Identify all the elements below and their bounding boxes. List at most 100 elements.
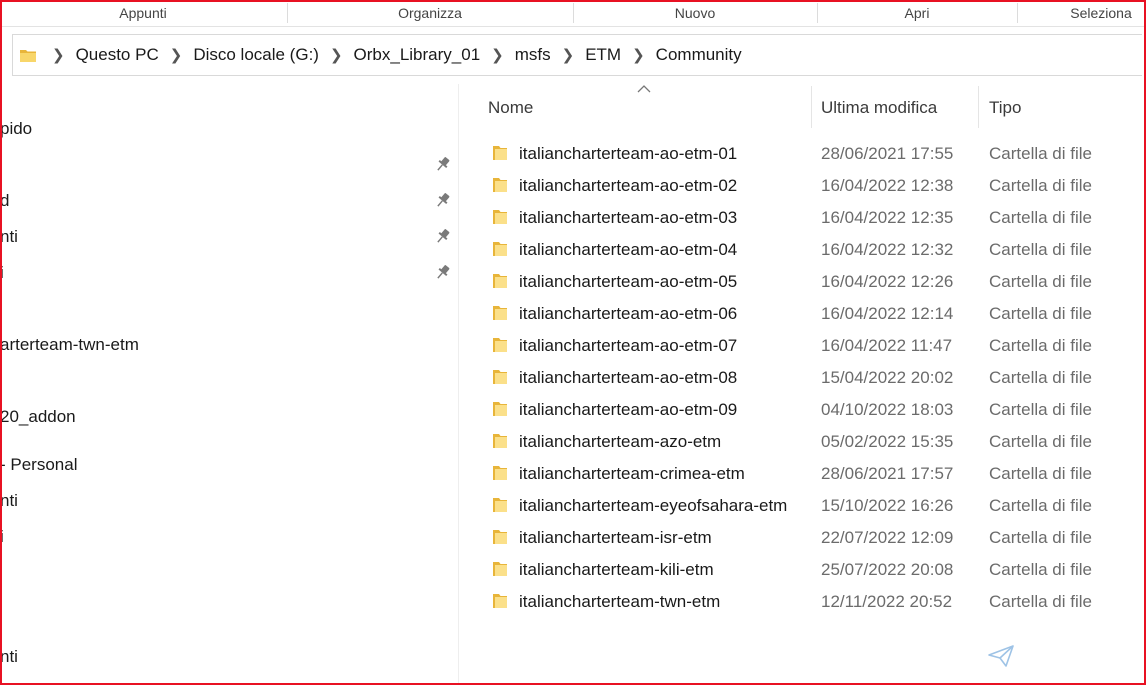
chevron-right-icon[interactable]: ❯ (170, 48, 183, 63)
file-name[interactable]: italiancharterteam-ao-etm-03 (519, 202, 737, 234)
file-list-pane: Nome Ultima modifica Tipo italiancharter… (459, 84, 1146, 684)
file-modified: 16/04/2022 11:47 (821, 336, 953, 355)
file-type: Cartella di file (989, 400, 1092, 419)
file-name[interactable]: italiancharterteam-ao-etm-04 (519, 234, 737, 266)
folder-icon (493, 370, 507, 384)
file-name[interactable]: italiancharterteam-ao-etm-06 (519, 298, 737, 330)
nav-item[interactable]: i (0, 261, 4, 285)
file-type: Cartella di file (989, 144, 1092, 163)
file-row[interactable]: italiancharterteam-ao-etm-07 16/04/2022 1… (459, 330, 1146, 362)
breadcrumb-item[interactable]: Orbx_Library_01 (354, 45, 481, 65)
nav-item-onedrive-personal[interactable]: - Personal (0, 453, 77, 477)
folder-icon (493, 594, 507, 608)
address-bar[interactable]: ❯ Questo PC ❯ Disco locale (G:) ❯ Orbx_L… (12, 34, 1142, 76)
breadcrumb-item[interactable]: ETM (585, 45, 621, 65)
file-type: Cartella di file (989, 304, 1092, 323)
nav-item[interactable]: i (0, 525, 4, 549)
pin-icon[interactable] (434, 191, 452, 209)
file-row[interactable]: italiancharterteam-eyeofsahara-etm 15/10/… (459, 490, 1146, 522)
column-separator[interactable] (811, 86, 812, 128)
file-row[interactable]: italiancharterteam-twn-etm 12/11/2022 20:… (459, 586, 1146, 618)
chevron-right-icon[interactable]: ❯ (632, 48, 645, 63)
file-name[interactable]: italiancharterteam-ao-etm-07 (519, 330, 737, 362)
nav-item[interactable]: nti (0, 489, 18, 513)
pin-icon[interactable] (434, 227, 452, 245)
nav-item[interactable]: 20_addon (0, 405, 76, 429)
file-row[interactable]: italiancharterteam-ao-etm-06 16/04/2022 1… (459, 298, 1146, 330)
folder-icon (493, 434, 507, 448)
file-row[interactable]: italiancharterteam-ao-etm-05 16/04/2022 1… (459, 266, 1146, 298)
folder-icon (493, 562, 507, 576)
folder-icon (493, 498, 507, 512)
folder-icon (493, 402, 507, 416)
file-modified: 16/04/2022 12:38 (821, 176, 954, 195)
file-row[interactable]: italiancharterteam-ao-etm-02 16/04/2022 1… (459, 170, 1146, 202)
file-row[interactable]: italiancharterteam-ao-etm-04 16/04/2022 1… (459, 234, 1146, 266)
file-name[interactable]: italiancharterteam-crimea-etm (519, 458, 745, 490)
chevron-right-icon[interactable]: ❯ (330, 48, 343, 63)
file-row[interactable]: italiancharterteam-isr-etm 22/07/2022 12:… (459, 522, 1146, 554)
chevron-right-icon[interactable]: ❯ (562, 48, 575, 63)
file-row[interactable]: italiancharterteam-ao-etm-09 04/10/2022 1… (459, 394, 1146, 426)
file-modified: 16/04/2022 12:35 (821, 208, 954, 227)
file-name[interactable]: italiancharterteam-ao-etm-02 (519, 170, 737, 202)
pin-icon[interactable] (434, 263, 452, 281)
folder-icon (20, 50, 36, 62)
file-row[interactable]: italiancharterteam-ao-etm-03 16/04/2022 1… (459, 202, 1146, 234)
nav-item[interactable]: nti (0, 645, 18, 669)
chevron-right-icon[interactable]: ❯ (491, 48, 504, 63)
file-modified: 16/04/2022 12:14 (821, 304, 954, 323)
file-type: Cartella di file (989, 176, 1092, 195)
ribbon-group-organizza: Organizza (398, 5, 462, 21)
file-name[interactable]: italiancharterteam-eyeofsahara-etm (519, 490, 787, 522)
column-separator[interactable] (978, 86, 979, 128)
file-row[interactable]: italiancharterteam-azo-etm 05/02/2022 15:… (459, 426, 1146, 458)
nav-item[interactable]: d (0, 189, 9, 213)
file-name[interactable]: italiancharterteam-azo-etm (519, 426, 721, 458)
file-type: Cartella di file (989, 592, 1092, 611)
file-name[interactable]: italiancharterteam-isr-etm (519, 522, 712, 554)
breadcrumb-item[interactable]: Questo PC (76, 45, 159, 65)
file-modified: 15/10/2022 16:26 (821, 496, 954, 515)
file-name[interactable]: italiancharterteam-ao-etm-05 (519, 266, 737, 298)
file-row[interactable]: italiancharterteam-ao-etm-08 15/04/2022 2… (459, 362, 1146, 394)
file-modified: 05/02/2022 15:35 (821, 432, 954, 451)
column-header-modified[interactable]: Ultima modifica (821, 96, 937, 120)
nav-item-quick-access[interactable]: pido (0, 117, 32, 141)
file-type: Cartella di file (989, 336, 1092, 355)
sort-ascending-icon (637, 85, 651, 93)
folder-icon (493, 306, 507, 320)
file-name[interactable]: italiancharterteam-ao-etm-09 (519, 394, 737, 426)
navigation-pane: pido d nti i arterteam-twn-etm 20_addon … (0, 84, 459, 684)
ribbon-group-labels: Appunti Organizza Nuovo Apri Seleziona (0, 0, 1146, 27)
folder-icon (493, 146, 507, 160)
file-modified: 15/04/2022 20:02 (821, 368, 954, 387)
file-name[interactable]: italiancharterteam-ao-etm-08 (519, 362, 737, 394)
breadcrumb-item[interactable]: msfs (515, 45, 551, 65)
file-modified: 28/06/2021 17:57 (821, 464, 954, 483)
column-header-type[interactable]: Tipo (989, 96, 1021, 120)
column-header-name[interactable]: Nome (488, 96, 533, 120)
ribbon-group-appunti: Appunti (119, 5, 167, 21)
breadcrumb-item-current[interactable]: Community (656, 45, 742, 65)
file-type: Cartella di file (989, 560, 1092, 579)
ribbon-group-seleziona: Seleziona (1070, 5, 1132, 21)
file-modified: 16/04/2022 12:26 (821, 272, 954, 291)
nav-item[interactable]: arterteam-twn-etm (0, 333, 139, 357)
file-name[interactable]: italiancharterteam-ao-etm-01 (519, 138, 737, 170)
file-type: Cartella di file (989, 272, 1092, 291)
ribbon-group-apri: Apri (904, 5, 930, 21)
folder-icon (493, 242, 507, 256)
send-icon[interactable] (988, 645, 1014, 667)
breadcrumb-item[interactable]: Disco locale (G:) (193, 45, 319, 65)
file-modified: 16/04/2022 12:32 (821, 240, 954, 259)
chevron-right-icon[interactable]: ❯ (52, 48, 65, 63)
file-row[interactable]: italiancharterteam-crimea-etm 28/06/2021 … (459, 458, 1146, 490)
file-name[interactable]: italiancharterteam-kili-etm (519, 554, 714, 586)
pin-icon[interactable] (434, 155, 452, 173)
file-modified: 04/10/2022 18:03 (821, 400, 954, 419)
file-name[interactable]: italiancharterteam-twn-etm (519, 586, 720, 618)
file-row[interactable]: italiancharterteam-ao-etm-01 28/06/2021 1… (459, 138, 1146, 170)
nav-item[interactable]: nti (0, 225, 18, 249)
file-row[interactable]: italiancharterteam-kili-etm 25/07/2022 20… (459, 554, 1146, 586)
